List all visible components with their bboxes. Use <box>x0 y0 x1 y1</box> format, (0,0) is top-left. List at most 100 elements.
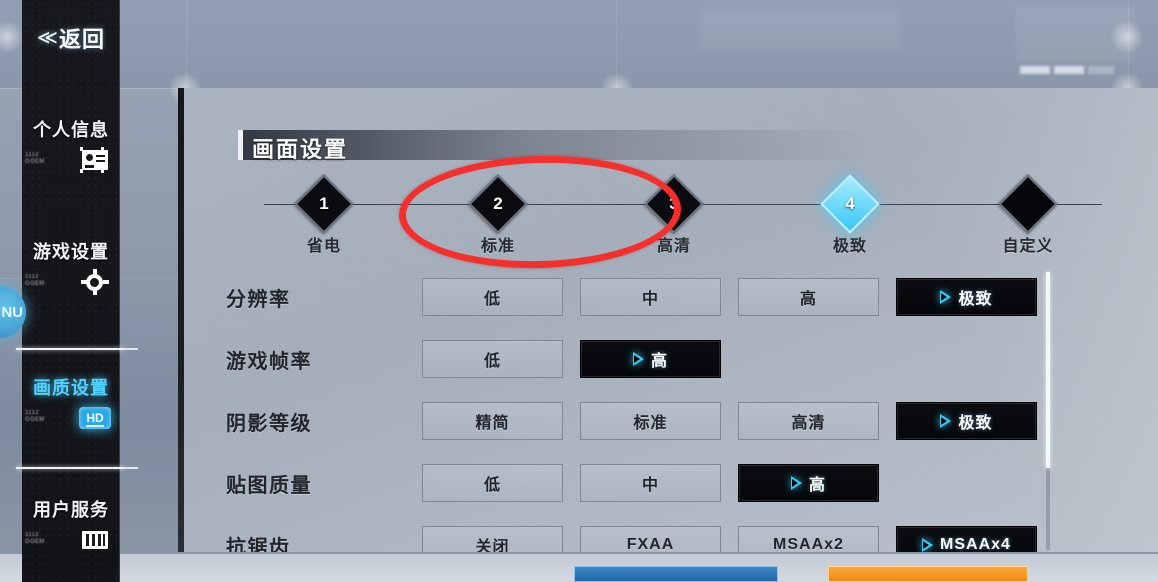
sidebar-item-2[interactable]: 游戏设置 1112 GGEM <box>22 212 120 333</box>
quality-preset-stepper[interactable]: 1 省电 2 标准 3 高清 4 极致 自定义 <box>238 174 1128 255</box>
page-title: 画面设置 <box>238 130 928 162</box>
option-label: 高清 <box>791 415 826 432</box>
option-button[interactable]: 高清 <box>738 402 879 440</box>
setting-row-label: 分辨率 <box>226 288 291 311</box>
setting-row: 阴影等级 精简 标准 高清 极致 <box>222 390 1122 452</box>
bottom-action-bar <box>0 554 1158 582</box>
sidebar-watermark: 1112 GGEM <box>25 274 45 287</box>
option-group: 低 中 高 极致 <box>422 278 1037 316</box>
option-group: 精简 标准 高清 极致 <box>422 402 1037 440</box>
step-diamond: 4 <box>820 174 880 234</box>
option-label: 低 <box>483 291 501 308</box>
option-button-selected[interactable]: 高 <box>738 464 879 502</box>
option-label: 标准 <box>633 415 668 432</box>
sidebar-item-1[interactable]: 个人信息 1112 GGEM <box>22 90 120 211</box>
option-label: FXAA <box>626 536 675 552</box>
left-sidebar: ≪ 返回 个人信息 1112 GGEM 游戏设置 1112 GGEM 画质设置 1112 GGE… <box>16 0 138 582</box>
background-decoration <box>1054 66 1084 74</box>
play-triangle-icon <box>940 414 952 428</box>
play-triangle-icon <box>632 352 644 366</box>
step-label: 极致 <box>832 238 867 255</box>
avatar-label: NU <box>1 303 23 321</box>
option-label: 低 <box>483 477 501 494</box>
option-button-selected[interactable]: 极致 <box>896 278 1037 316</box>
play-triangle-icon <box>790 476 802 490</box>
stepper-step-5[interactable]: 自定义 <box>968 174 1088 256</box>
option-button[interactable]: 标准 <box>580 402 721 440</box>
sidebar-item-label: 游戏设置 <box>33 242 109 262</box>
background-decoration <box>1016 6 1134 62</box>
option-label: 低 <box>483 353 501 370</box>
option-button[interactable]: 高 <box>738 278 879 316</box>
step-diamond <box>998 174 1058 234</box>
option-button[interactable]: 关闭 <box>422 526 563 552</box>
sidebar-watermark: 1112 GGEM <box>25 410 45 423</box>
setting-row: 贴图质量 低 中 高 <box>222 452 1122 514</box>
setting-row-label: 贴图质量 <box>226 474 312 497</box>
option-label: 高 <box>650 353 668 370</box>
play-triangle-icon <box>922 538 934 552</box>
option-button[interactable]: 低 <box>422 340 563 378</box>
option-button[interactable]: 精简 <box>422 402 563 440</box>
option-button[interactable]: MSAAx2 <box>738 526 879 552</box>
option-label: 关闭 <box>475 539 510 552</box>
option-group: 低高 <box>422 340 721 378</box>
setting-row-label: 抗锯齿 <box>226 536 291 553</box>
option-group: 关闭 FXAA MSAAx2 MSAAx4 <box>422 526 1037 552</box>
option-label: 高 <box>799 291 817 308</box>
pillars-icon <box>78 526 112 554</box>
option-group: 低中高 <box>422 464 879 502</box>
title-accent-bar <box>238 130 243 160</box>
option-label: MSAAx4 <box>940 536 1011 552</box>
sidebar-watermark: 1112 GGEM <box>25 152 45 165</box>
setting-row: 游戏帧率低高 <box>222 328 1122 390</box>
primary-action-button[interactable] <box>574 566 778 582</box>
graphics-settings-panel: 画面设置 1 省电 2 标准 3 高清 4 极致 自定义 分辨率低中高极致 游戏帧率低高阴影等级精… <box>178 88 1158 552</box>
step-number: 1 <box>319 194 329 213</box>
settings-scrollbar[interactable] <box>1046 272 1050 550</box>
background-decoration <box>1020 66 1050 74</box>
back-button-label: 返回 <box>58 27 105 52</box>
settings-rows: 分辨率低中高极致 游戏帧率低高阴影等级 精简 标准 高清 极致 贴图质量低中高抗锯齿 关闭 FX… <box>222 266 1122 552</box>
panel-title-text: 画面设置 <box>252 137 349 162</box>
back-button[interactable]: ≪ 返回 <box>22 14 120 62</box>
double-chevron-left-icon: ≪ <box>37 27 58 49</box>
option-button[interactable]: 中 <box>580 464 721 502</box>
id-card-icon <box>78 146 112 174</box>
scrollbar-thumb[interactable] <box>1046 272 1050 468</box>
option-button-selected[interactable]: 极致 <box>896 402 1037 440</box>
secondary-action-button[interactable] <box>828 566 1028 582</box>
sidebar-watermark: 1112 GGEM <box>25 532 45 545</box>
step-label: 省电 <box>306 238 341 255</box>
active-tick <box>124 467 138 469</box>
option-button[interactable]: 中 <box>580 278 721 316</box>
option-button[interactable]: FXAA <box>580 526 721 552</box>
stepper-step-4[interactable]: 4 极致 <box>790 174 910 256</box>
step-number <box>1009 185 1047 223</box>
active-edge-bottom <box>16 467 124 469</box>
stepper-step-1[interactable]: 1 省电 <box>264 174 384 256</box>
active-tick <box>124 348 138 350</box>
step-number: 4 <box>845 194 855 213</box>
option-label: MSAAx2 <box>773 536 844 552</box>
option-label: 高 <box>808 477 826 494</box>
background-decoration <box>700 10 900 50</box>
sidebar-item-3[interactable]: 画质设置 1112 GGEM HD <box>16 348 138 469</box>
option-button[interactable]: 低 <box>422 464 563 502</box>
option-label: 极致 <box>958 291 993 308</box>
setting-row: 分辨率 低 中 高 极致 <box>222 266 1122 328</box>
sidebar-item-label: 画质设置 <box>33 378 109 398</box>
option-label: 中 <box>641 477 659 494</box>
option-button[interactable]: 低 <box>422 278 563 316</box>
setting-row-label: 阴影等级 <box>226 412 312 435</box>
step-diamond: 1 <box>294 174 354 234</box>
panel-left-accent-bar <box>178 88 184 552</box>
option-label: 中 <box>641 291 659 308</box>
option-button-selected[interactable]: MSAAx4 <box>896 526 1037 552</box>
option-label: 精简 <box>475 415 510 432</box>
sidebar-item-label: 用户服务 <box>33 500 109 520</box>
step-label: 自定义 <box>1002 238 1054 255</box>
hd-badge-icon: HD <box>78 404 112 432</box>
option-button-selected[interactable]: 高 <box>580 340 721 378</box>
background-decoration <box>1088 66 1114 74</box>
